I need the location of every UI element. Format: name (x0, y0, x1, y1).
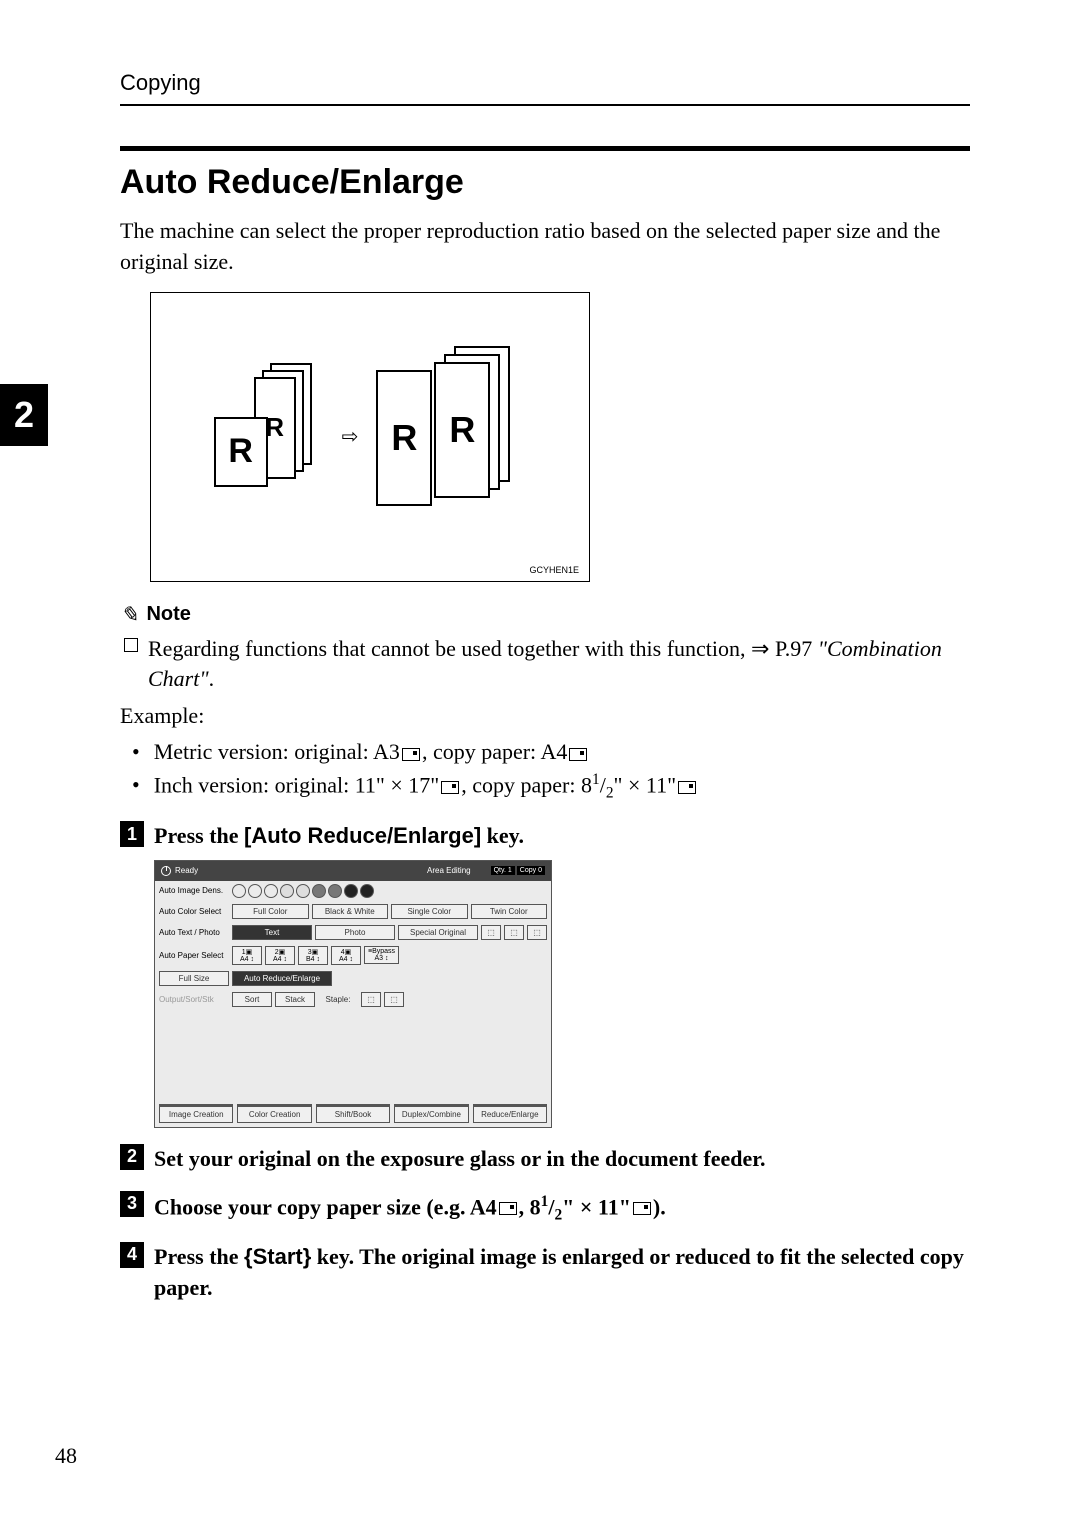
example-bullet-1a: Metric version: original: A3 (154, 739, 400, 764)
photo-button[interactable]: Photo (315, 925, 395, 940)
tray-button[interactable]: 2▣A4 ↕ (265, 946, 295, 965)
step-number-2: 2 (120, 1144, 144, 1170)
example-bullet-1b: , copy paper: A4 (422, 739, 567, 764)
section-title: Auto Reduce/Enlarge (120, 163, 970, 202)
density-circle-icon[interactable] (312, 884, 326, 898)
qty-value: 1 (508, 867, 512, 874)
illus-page-wide: R (214, 417, 268, 487)
tray-button[interactable]: 3▣B4 ↕ (298, 946, 328, 965)
power-icon (161, 866, 171, 876)
staple-option-button[interactable]: ⬚ (384, 992, 404, 1007)
chapter-tab: 2 (0, 384, 48, 446)
landscape-icon (569, 748, 587, 761)
landscape-icon (499, 1202, 517, 1215)
twin-color-button[interactable]: Twin Color (471, 904, 548, 919)
paper-select-label: Auto Paper Select (159, 951, 229, 960)
step-3-text-a: Choose your copy paper size (e.g. A4 (154, 1194, 497, 1219)
orientation-button[interactable]: ⬚ (481, 925, 501, 940)
example-label: Example: (120, 703, 970, 729)
fraction-num: 1 (541, 1193, 549, 1210)
tray-button[interactable]: 1▣A4 ↕ (232, 946, 262, 965)
color-creation-button[interactable]: Color Creation (237, 1104, 311, 1123)
text-button[interactable]: Text (232, 925, 312, 940)
fraction-den: 2 (606, 785, 614, 802)
shift-book-button[interactable]: Shift/Book (316, 1104, 390, 1123)
copy-value: 0 (538, 867, 542, 874)
orientation-button[interactable]: ⬚ (527, 925, 547, 940)
output-sort-label: Output/Sort/Stk (159, 995, 229, 1004)
area-editing-label: Area Editing (427, 866, 471, 875)
landscape-icon (402, 748, 420, 761)
landscape-icon (441, 781, 459, 794)
step-number-4: 4 (120, 1242, 144, 1268)
staple-option-button[interactable]: ⬚ (361, 992, 381, 1007)
note-pencil-icon: ✎ (120, 602, 138, 628)
fraction-num: 1 (592, 771, 600, 788)
qty-label: Qty. (494, 867, 506, 874)
sort-button[interactable]: Sort (232, 992, 272, 1007)
illustration-auto-reduce: R R ⇨ R R GCYHEN1E (150, 292, 590, 582)
auto-reduce-enlarge-button[interactable]: Auto Reduce/Enlarge (232, 971, 332, 986)
bypass-tray-button[interactable]: ≡BypassA3 ↕ (364, 946, 399, 964)
example-bullet-2c: " × 11" (614, 773, 677, 798)
header-divider (120, 104, 970, 106)
stack-button[interactable]: Stack (275, 992, 315, 1007)
special-original-button[interactable]: Special Original (398, 925, 478, 940)
illustration-code: GCYHEN1E (529, 565, 579, 575)
bullet-icon: • (132, 735, 140, 768)
landscape-icon (633, 1202, 651, 1215)
full-color-button[interactable]: Full Color (232, 904, 309, 919)
panel-ready-label: Ready (175, 866, 198, 875)
start-key: {Start} (244, 1244, 311, 1269)
step-4-text-a: Press the (154, 1244, 244, 1269)
single-color-button[interactable]: Single Color (391, 904, 468, 919)
example-bullet-2a: Inch version: original: 11" × 17" (154, 773, 440, 798)
illus-page-large2: R (376, 370, 432, 506)
tray-button[interactable]: 4▣A4 ↕ (331, 946, 361, 965)
title-divider (120, 146, 970, 151)
step-3-text-d: ). (653, 1194, 666, 1219)
note-label: Note (146, 603, 190, 626)
step-3-text-b: , 8 (519, 1194, 541, 1219)
auto-image-density-label: Auto Image Dens. (159, 886, 229, 895)
copy-label: Copy (520, 867, 536, 874)
density-circle-icon[interactable] (360, 884, 374, 898)
intro-text: The machine can select the proper reprod… (120, 216, 970, 278)
density-circle-icon[interactable] (248, 884, 262, 898)
step-number-3: 3 (120, 1191, 144, 1217)
bullet-icon: • (132, 768, 140, 805)
step-3-text-c: " × 11" (562, 1194, 631, 1219)
page-number: 48 (55, 1443, 77, 1469)
density-circle-icon[interactable] (344, 884, 358, 898)
step-1-text-a: Press the (154, 823, 244, 848)
fraction-den: 2 (554, 1206, 562, 1223)
note-text: Regarding functions that cannot be used … (148, 636, 818, 661)
full-size-button[interactable]: Full Size (159, 971, 229, 986)
step-1-text-b: key. (481, 823, 524, 848)
density-circle-icon[interactable] (296, 884, 310, 898)
orientation-button[interactable]: ⬚ (504, 925, 524, 940)
image-creation-button[interactable]: Image Creation (159, 1104, 233, 1123)
density-circle-icon[interactable] (280, 884, 294, 898)
duplex-combine-button[interactable]: Duplex/Combine (394, 1104, 468, 1123)
header-section-label: Copying (120, 70, 201, 95)
step-number-1: 1 (120, 821, 144, 847)
checkbox-icon (124, 638, 138, 652)
staple-label: Staple: (318, 993, 358, 1006)
landscape-icon (678, 781, 696, 794)
illus-page-large: R (434, 362, 490, 498)
copier-control-panel: Ready Area Editing Qty. 1 Copy 0 Auto Im… (154, 860, 552, 1128)
reduce-enlarge-button[interactable]: Reduce/Enlarge (473, 1104, 547, 1123)
density-circle-icon[interactable] (232, 884, 246, 898)
color-select-label: Auto Color Select (159, 907, 229, 916)
text-photo-label: Auto Text / Photo (159, 928, 229, 937)
auto-reduce-enlarge-key: [Auto Reduce/Enlarge] (244, 823, 481, 848)
arrow-icon: ⇨ (342, 424, 359, 449)
black-white-button[interactable]: Black & White (312, 904, 389, 919)
density-circle-icon[interactable] (264, 884, 278, 898)
step-2-text: Set your original on the exposure glass … (154, 1144, 766, 1175)
example-bullet-2b: , copy paper: 8 (461, 773, 592, 798)
density-circle-icon[interactable] (328, 884, 342, 898)
